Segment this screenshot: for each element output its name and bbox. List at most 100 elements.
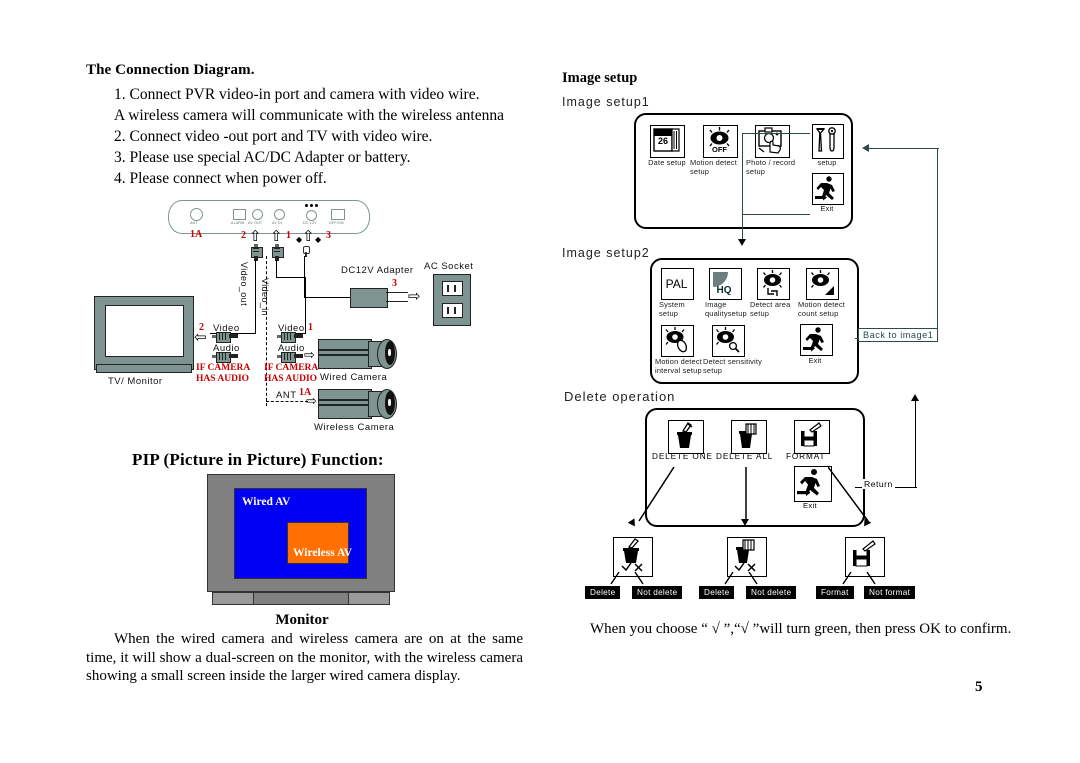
format-no-leader	[866, 572, 878, 586]
manual-page: The Connection Diagram. 1. Connect PVR v…	[0, 0, 1080, 763]
delete-operation-title: Delete operation	[564, 389, 676, 404]
svg-text:26: 26	[658, 136, 668, 146]
connection-wiring-diagram: ANT ALARM AV OUT AV IN DC 12V OFF/ON 1A …	[86, 196, 536, 446]
setup1-loop-top	[869, 148, 939, 150]
setup1-connector-top	[742, 133, 810, 135]
format-icon[interactable]	[794, 420, 830, 454]
return-arrowhead	[911, 394, 919, 401]
delete-one-no-button[interactable]: Not delete	[632, 586, 683, 599]
leader-delete-all	[744, 467, 748, 525]
pvr-port-avin-label: AV IN	[272, 221, 283, 225]
tools-setup-icon[interactable]	[812, 124, 844, 159]
marker-1-camera: 1	[308, 322, 313, 333]
tv-if-camera-note: IF CAMERA HAS AUDIO	[196, 363, 251, 384]
pvr-switch-power-label: OFF/ON	[329, 221, 344, 225]
pvr-port-avin	[274, 209, 285, 220]
marker-1-avin: 1	[286, 230, 291, 241]
wire-video-in-upper	[276, 260, 278, 278]
pvr-port-alarm-label: ALARM	[231, 221, 245, 225]
photo-record-setup-icon[interactable]	[755, 125, 790, 158]
rca-plug-tv-audio	[212, 352, 238, 363]
delete-one-yes-button[interactable]: Delete	[585, 586, 621, 599]
system-setup-icon[interactable]: PAL	[661, 268, 694, 300]
format-yes-button[interactable]: Format	[816, 586, 854, 599]
arrow-left-to-tv: ⇦	[194, 328, 207, 346]
monitor-foot-right	[348, 592, 390, 605]
adapter-prong-1	[386, 292, 408, 294]
indicator-led-2	[310, 204, 313, 207]
connection-diagram-section: The Connection Diagram. 1. Connect PVR v…	[86, 62, 536, 189]
wired-av-label: Wired AV	[242, 496, 291, 508]
wire-dc-horizontal	[303, 297, 352, 299]
delete-one-no-leader	[634, 572, 646, 586]
image-setup1-title: Image setup1	[562, 95, 650, 109]
motion-detect-interval-setup-icon[interactable]	[661, 325, 694, 357]
exit-setup2-icon[interactable]	[800, 324, 833, 356]
exit-delete-icon[interactable]	[794, 466, 832, 502]
detect-sensitivity-setup-icon[interactable]	[712, 325, 745, 357]
motion-detect-setup-icon[interactable]: OFF	[703, 125, 738, 158]
adapter-prong-2	[386, 301, 408, 303]
pip-monitor-illustration: Wired AV Wireless AV	[207, 474, 397, 608]
date-setup-icon[interactable]: 26	[650, 125, 685, 158]
delete-all-confirm-icon[interactable]	[727, 537, 767, 577]
arrow-right-small-dc: ◆	[315, 235, 322, 244]
wired-camera-illustration	[318, 336, 397, 370]
marker-3-power: 3	[326, 230, 331, 241]
pvr-port-ant	[190, 208, 203, 221]
delete-all-no-leader	[748, 572, 760, 586]
pvr-port-avout	[252, 209, 263, 220]
indicator-led-1	[305, 204, 308, 207]
exit-setup2-label: Exit	[808, 356, 822, 365]
arrow-up-avout: ⇧	[249, 227, 262, 245]
step-2: 2. Connect video -out port and TV with v…	[114, 128, 433, 145]
leader-format	[828, 467, 876, 529]
dc12v-adapter-label: DC12V Adapter	[341, 265, 414, 276]
image-setup-section: Image setup	[562, 70, 1012, 87]
step-1a: A wireless camera will communicate with …	[114, 107, 504, 124]
svg-text:PAL: PAL	[666, 277, 688, 291]
delete-one-icon[interactable]	[668, 420, 704, 454]
pvr-port-dc12v	[306, 210, 317, 221]
monitor-caption: Monitor	[275, 612, 329, 628]
photo-record-setup-label: Photo / record setup	[746, 158, 796, 176]
leader-delete-all-arrowhead	[741, 519, 749, 526]
image-quality-setup-icon[interactable]: HQ	[709, 268, 742, 300]
delete-one-confirm-icon[interactable]	[613, 537, 653, 577]
ac-socket-label: AC Socket	[424, 261, 474, 272]
wire-video-in-horizontal-top	[276, 277, 306, 279]
wireless-camera-illustration	[318, 386, 397, 420]
format-no-button[interactable]: Not format	[864, 586, 916, 599]
tv-base	[96, 364, 192, 373]
delete-all-icon[interactable]	[731, 420, 767, 454]
return-line-vertical	[915, 400, 917, 488]
svg-text:HQ: HQ	[717, 285, 732, 296]
delete-all-no-button[interactable]: Not delete	[746, 586, 797, 599]
delete-all-yes-button[interactable]: Delete	[699, 586, 735, 599]
rca-plug-camera-audio	[277, 352, 303, 363]
rca-plug-tv-video	[212, 332, 238, 343]
pip-section-title: PIP (Picture in Picture) Function:	[132, 450, 384, 469]
exit-setup1-icon[interactable]	[812, 173, 844, 205]
detect-sensitivity-setup-label: Detect sensitivity setup	[703, 357, 763, 375]
motion-detect-count-setup-icon[interactable]	[806, 268, 839, 300]
delete-all-yes-leader	[722, 572, 734, 586]
exit-setup1-label: Exit	[820, 204, 834, 213]
arrow-right-to-socket: ⇨	[408, 287, 421, 305]
wire-video-out	[255, 260, 257, 334]
detect-area-setup-icon[interactable]	[757, 268, 790, 300]
date-setup-label: Date setup	[648, 158, 686, 167]
svg-text:OFF: OFF	[712, 145, 727, 154]
section-heading: The Connection Diagram.	[86, 62, 255, 78]
format-label: FORMAT	[786, 452, 826, 461]
dc12v-adapter	[350, 288, 388, 308]
format-confirm-icon[interactable]	[845, 537, 885, 577]
arrow-right-to-wired-camera: ⇨	[304, 348, 315, 363]
indicator-led-3	[315, 204, 318, 207]
arrow-up-dc: ⇧	[302, 227, 315, 245]
pvr-switch-power	[331, 209, 345, 220]
ant-label: ANT	[276, 390, 297, 401]
setup1-to-setup2-arrowhead	[738, 239, 746, 246]
wireless-av-label: Wireless AV	[293, 547, 353, 559]
pip-description-paragraph: When the wired camera and wireless camer…	[86, 631, 523, 684]
